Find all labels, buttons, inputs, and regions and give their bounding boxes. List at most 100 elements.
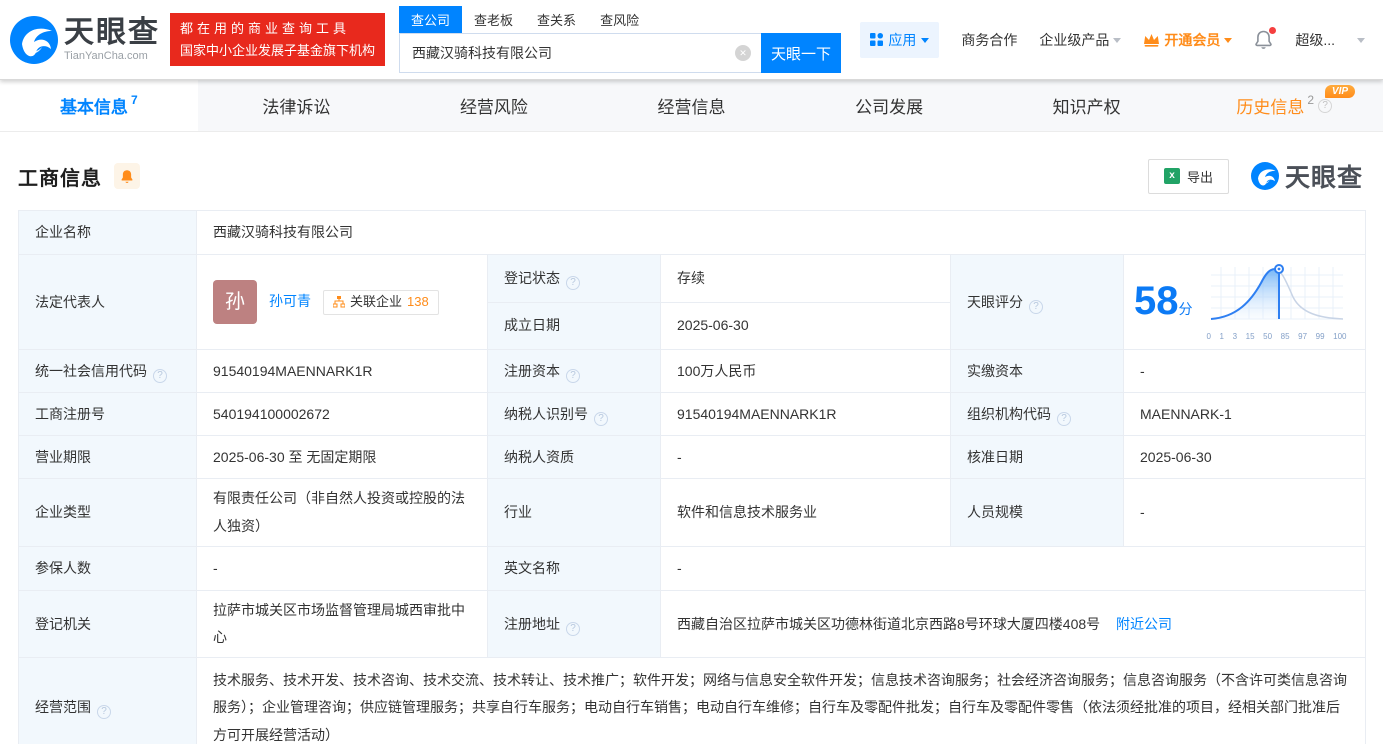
top-header: 天眼查 TianYanCha.com 都在用的商业查询工具 国家中小企业发展子基… <box>0 0 1383 80</box>
field-label: 经营范围 <box>18 657 197 744</box>
search-input[interactable] <box>399 33 762 73</box>
export-label: 导出 <box>1186 169 1213 185</box>
chevron-down-icon <box>1113 38 1122 43</box>
help-icon[interactable] <box>566 621 580 636</box>
tab-intellectual-property[interactable]: 知识产权 <box>988 80 1186 131</box>
org-code-value: MAENNARK-1 <box>1122 392 1367 437</box>
reg-status-value: 存续 <box>660 254 951 303</box>
section-header-right: 导出 天眼查 <box>1147 158 1363 194</box>
field-label: 天眼评分 <box>950 253 1124 351</box>
menu-apps-label: 应用 <box>888 31 917 48</box>
field-label: 营业期限 <box>18 435 197 480</box>
menu-apps[interactable]: 应用 <box>860 21 940 58</box>
search-row: 天眼一下 <box>399 33 842 73</box>
tab-operating-risk[interactable]: 经营风险 <box>395 80 593 131</box>
field-label: 企业名称 <box>18 210 197 255</box>
help-icon[interactable] <box>97 705 111 720</box>
bell-icon <box>121 169 133 183</box>
org-chart-icon <box>333 296 345 308</box>
tab-label: 基本信息 <box>59 98 128 117</box>
field-label: 注册地址 <box>487 589 661 659</box>
menu-cooperation[interactable]: 商务合作 <box>961 30 1017 50</box>
vip-badge: VIP <box>1324 85 1356 98</box>
nearby-companies-link[interactable]: 附近公司 <box>1116 616 1172 632</box>
tab-count: 2 <box>1307 93 1315 107</box>
tianyancha-logo-icon <box>1250 162 1279 190</box>
help-icon[interactable] <box>594 411 608 426</box>
search-box <box>399 33 762 73</box>
chevron-down-icon <box>1224 38 1233 43</box>
tab-label: 公司发展 <box>855 98 924 117</box>
chevron-down-icon <box>921 38 930 43</box>
tianyancha-logo[interactable]: 天眼查 TianYanCha.com <box>10 15 160 64</box>
field-label: 工商注册号 <box>18 392 197 437</box>
score-number: 58分 <box>1134 279 1193 323</box>
export-button[interactable]: 导出 <box>1147 158 1229 194</box>
field-label: 纳税人资质 <box>487 435 661 480</box>
avatar[interactable]: 孙 <box>213 280 257 325</box>
field-label: 企业类型 <box>18 478 197 547</box>
tab-history-info[interactable]: VIP 历史信息 2 <box>1185 80 1383 131</box>
chevron-down-icon[interactable] <box>1357 38 1365 43</box>
notification-badge-dot <box>1269 26 1277 34</box>
taxpayer-quality-value: - <box>660 435 951 480</box>
reg-capital-value: 100万人民币 <box>660 349 951 394</box>
logo-title: 天眼查 <box>64 15 160 49</box>
company-name-value: 西藏汉骑科技有限公司 <box>195 210 1367 255</box>
score-cell: 58分 0 1 3 15 50 85 97 99 100 <box>1122 253 1367 351</box>
tab-legal-proceedings[interactable]: 法律诉讼 <box>198 80 396 131</box>
search-tab-relation[interactable]: 查关系 <box>525 6 588 33</box>
apps-grid-icon <box>870 33 884 46</box>
menu-open-vip[interactable]: 开通会员 <box>1143 30 1233 50</box>
company-nav-tabs: 基本信息 7 法律诉讼 经营风险 经营信息 公司发展 知识产权 VIP 历史信息… <box>0 80 1383 132</box>
tab-label: 知识产权 <box>1052 98 1121 117</box>
monitor-bell-button[interactable] <box>114 163 140 189</box>
score-axis-ticks: 0 1 3 15 50 85 97 99 100 <box>1206 332 1347 342</box>
reg-number-value: 540194100002672 <box>196 392 488 437</box>
score-curve <box>1210 264 1343 320</box>
watermark-text: 天眼查 <box>1284 164 1363 192</box>
search-tab-boss[interactable]: 查老板 <box>462 6 525 33</box>
slogan-line1: 都在用的商业查询工具 <box>180 21 351 37</box>
help-icon[interactable] <box>566 368 580 383</box>
notification-bell[interactable] <box>1254 26 1277 50</box>
field-label: 注册资本 <box>487 349 661 394</box>
help-icon[interactable] <box>1318 98 1333 113</box>
reg-address-cell: 西藏自治区拉萨市城关区功德林街道北京西路8号环球大厦四楼408号 附近公司 <box>659 589 1367 659</box>
tab-company-development[interactable]: 公司发展 <box>790 80 988 131</box>
legal-rep-link[interactable]: 孙可青 <box>269 288 311 315</box>
section-title: 工商信息 <box>18 167 102 190</box>
field-label: 英文名称 <box>487 545 661 591</box>
clear-icon[interactable] <box>735 45 752 61</box>
search-tab-company[interactable]: 查公司 <box>399 6 463 33</box>
field-label: 人员规模 <box>950 478 1124 547</box>
help-icon[interactable] <box>566 275 580 290</box>
tab-operating-info[interactable]: 经营信息 <box>593 80 791 131</box>
field-label: 统一社会信用代码 <box>18 349 197 394</box>
tab-label: 经营风险 <box>459 98 528 117</box>
menu-enterprise[interactable]: 企业级产品 <box>1039 30 1122 50</box>
establish-date-value: 2025-06-30 <box>660 301 951 351</box>
help-icon[interactable] <box>1029 299 1043 314</box>
field-label: 成立日期 <box>487 301 661 351</box>
score-distribution-chart: 0 1 3 15 50 85 97 99 100 <box>1207 263 1347 341</box>
search-tab-risk[interactable]: 查风险 <box>588 6 651 33</box>
field-label: 实缴资本 <box>950 349 1124 394</box>
menu-user[interactable]: 超级... <box>1295 30 1335 50</box>
tab-label: 经营信息 <box>657 98 726 117</box>
taxpayer-id-value: 91540194MAENNARK1R <box>660 392 951 437</box>
search-button[interactable]: 天眼一下 <box>761 33 842 73</box>
business-info-table: 企业名称 西藏汉骑科技有限公司 法定代表人 孙 孙可青 关联企业 138 登记状… <box>18 210 1367 744</box>
tab-basic-info[interactable]: 基本信息 7 <box>0 80 198 131</box>
related-companies-button[interactable]: 关联企业 138 <box>323 289 439 315</box>
field-label: 纳税人识别号 <box>487 392 661 437</box>
help-icon[interactable] <box>1057 411 1071 426</box>
logo-subtitle: TianYanCha.com <box>64 49 148 62</box>
help-icon[interactable] <box>153 368 167 383</box>
reg-address-value: 西藏自治区拉萨市城关区功德林街道北京西路8号环球大厦四楼408号 <box>677 615 1101 632</box>
field-label: 核准日期 <box>950 435 1124 480</box>
top-menu: 应用 商务合作 企业级产品 开通会员 超级... <box>860 21 1365 58</box>
staff-size-value: - <box>1122 478 1367 547</box>
reg-authority-value: 拉萨市城关区市场监督管理局城西审批中心 <box>196 589 488 659</box>
legal-rep-cell: 孙 孙可青 关联企业 138 <box>196 253 488 351</box>
